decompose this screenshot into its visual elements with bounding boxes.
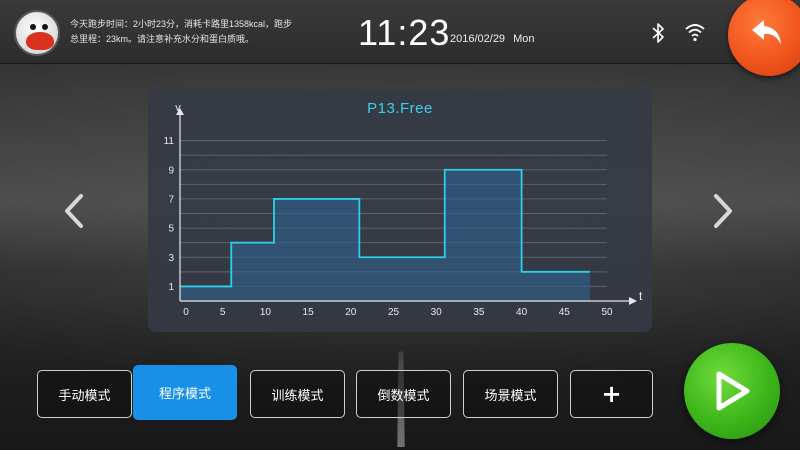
y-tick-label: 7	[168, 194, 174, 205]
y-axis-label: v	[175, 102, 181, 114]
exercise-summary: 今天跑步时间：2小时23分，消耗卡路里1358kcal，跑步 总里程：23km。…	[70, 17, 330, 47]
date-display: 2016/02/29 Mon	[450, 33, 534, 45]
y-tick-label: 9	[168, 165, 174, 176]
x-tick-label: 10	[260, 307, 272, 318]
x-tick-label: 40	[516, 307, 528, 318]
x-tick-label: 50	[601, 307, 613, 318]
chevron-left-icon[interactable]	[63, 193, 85, 229]
add-mode-button[interactable]: +	[570, 370, 653, 418]
x-axis-label: t	[639, 289, 643, 303]
x-tick-label: 15	[303, 307, 315, 318]
date-text: 2016/02/29	[450, 33, 506, 45]
x-tick-label: 5	[220, 307, 226, 318]
x-tick-label: 35	[473, 307, 485, 318]
play-icon	[716, 371, 750, 411]
speed-area	[180, 169, 590, 301]
x-tick-label: 0	[183, 307, 189, 318]
summary-line: 今天跑步时间：2小时23分，消耗卡路里1358kcal，跑步	[70, 19, 293, 29]
x-tick-label: 20	[345, 307, 357, 318]
speed-profile-chart: vt13579110 5 10 15 20 25 30 35 40 45 50	[164, 102, 643, 318]
x-tick-label: 30	[431, 307, 443, 318]
mode-button-countdown[interactable]: 倒数模式	[356, 370, 451, 418]
x-tick-label: 45	[559, 307, 571, 318]
back-button[interactable]	[728, 0, 800, 76]
x-tick-label: 25	[388, 307, 400, 318]
y-tick-label: 11	[164, 136, 175, 147]
wifi-icon[interactable]	[684, 22, 706, 42]
avatar-mouth	[26, 32, 54, 50]
weekday-text: Mon	[513, 33, 535, 45]
mode-button-manual[interactable]: 手动模式	[37, 370, 132, 418]
y-tick-label: 1	[168, 282, 174, 293]
x-axis-arrow	[629, 297, 637, 305]
avatar[interactable]	[14, 10, 60, 56]
top-bar: 今天跑步时间：2小时23分，消耗卡路里1358kcal，跑步 总里程：23km。…	[0, 0, 800, 64]
start-button[interactable]	[684, 343, 780, 439]
bluetooth-icon[interactable]	[650, 22, 666, 44]
summary-line: 总里程：23km。请注意补充水分和蛋白质哦。	[70, 34, 255, 44]
chevron-right-icon[interactable]	[712, 193, 734, 229]
mode-button-scene[interactable]: 场景模式	[463, 370, 558, 418]
clock-time: 11:23	[358, 12, 451, 53]
back-arrow-icon	[752, 20, 781, 45]
avatar-eye	[30, 24, 36, 30]
mode-button-training[interactable]: 训练模式	[250, 370, 345, 418]
y-tick-label: 5	[168, 224, 174, 235]
avatar-eye	[42, 24, 48, 30]
mode-button-program[interactable]: 程序模式	[133, 365, 237, 420]
y-tick-label: 3	[168, 253, 174, 264]
